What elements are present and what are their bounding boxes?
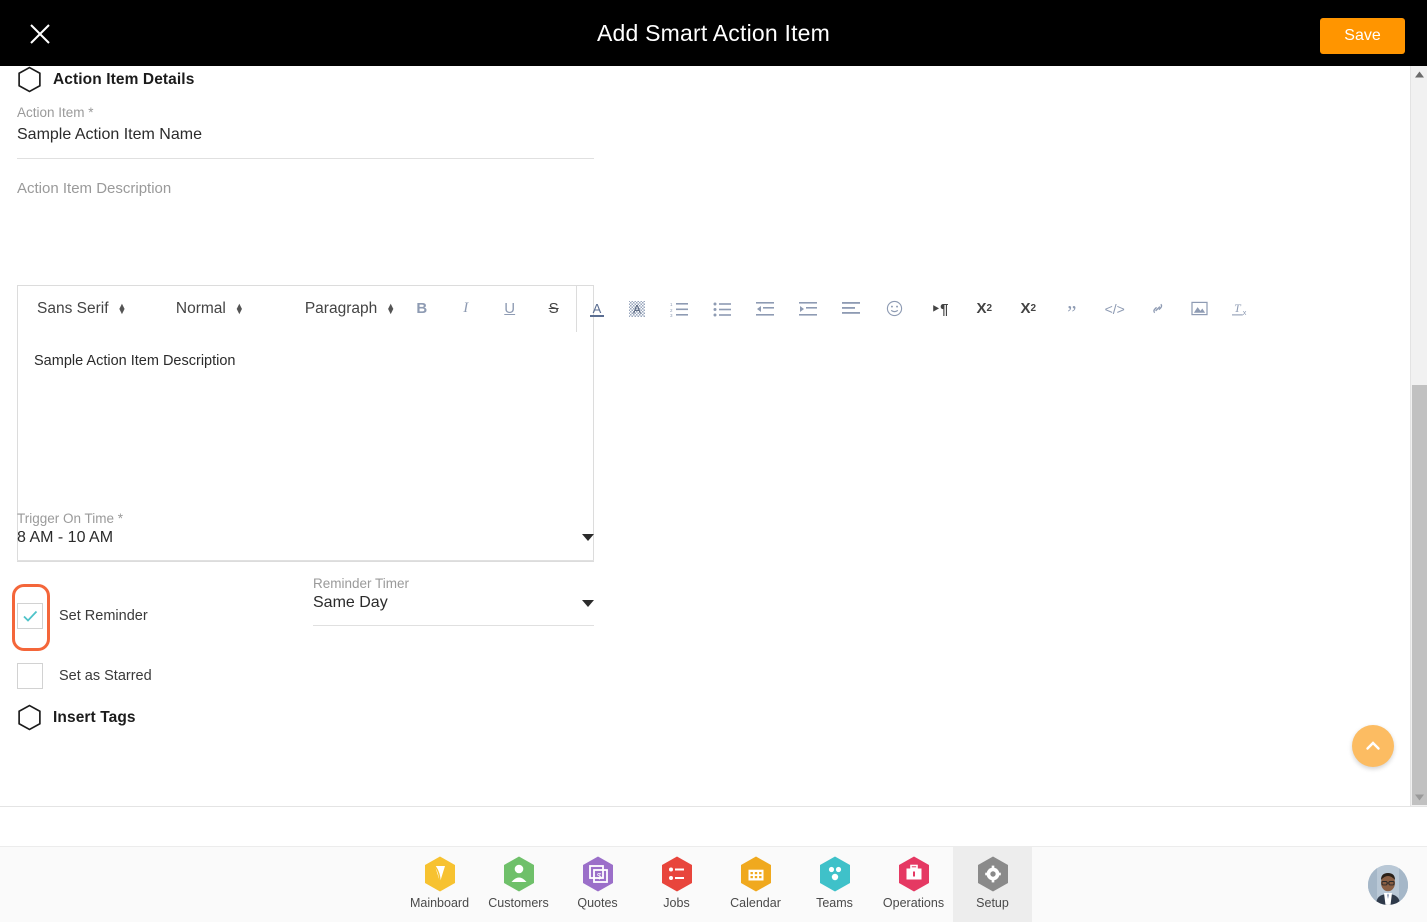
check-icon: [23, 610, 38, 622]
image-icon[interactable]: [1178, 285, 1220, 332]
set-as-starred-checkbox[interactable]: [17, 663, 43, 689]
bottom-nav-items: Mainboard Customers $ Quotes Jobs Calend…: [400, 847, 1032, 922]
emoji-icon[interactable]: [872, 285, 917, 332]
nav-item-calendar[interactable]: Calendar: [716, 847, 795, 922]
section-title-text: Insert Tags: [53, 708, 136, 726]
teams-icon: [819, 856, 850, 892]
svg-text:$: $: [597, 872, 602, 881]
hexagon-icon: [18, 66, 41, 93]
nav-item-customers[interactable]: Customers: [479, 847, 558, 922]
description-editor-content[interactable]: Sample Action Item Description: [18, 333, 593, 561]
trigger-on-time-underline: [17, 560, 594, 561]
jobs-icon: [661, 856, 692, 892]
chevron-updown-icon: ▲ ▼: [386, 300, 396, 316]
underline-icon[interactable]: U: [488, 285, 532, 332]
svg-text:1: 1: [670, 302, 673, 307]
nav-label: Operations: [882, 896, 945, 910]
quotes-icon: $: [582, 856, 613, 892]
user-avatar[interactable]: [1368, 865, 1408, 905]
action-item-label: Action Item *: [17, 105, 94, 120]
svg-text:3: 3: [670, 313, 673, 317]
clear-format-icon[interactable]: T x: [1220, 285, 1262, 332]
save-button[interactable]: Save: [1320, 18, 1405, 54]
mainboard-icon: [424, 856, 455, 892]
reminder-timer-underline: [313, 625, 594, 626]
setup-gear-icon: [977, 856, 1008, 892]
strikethrough-icon[interactable]: S: [532, 285, 576, 332]
svg-text:A: A: [633, 302, 641, 316]
blockquote-icon[interactable]: ”: [1050, 285, 1093, 332]
bottom-navigation: Mainboard Customers $ Quotes Jobs Calend…: [0, 846, 1427, 922]
content-bottom-divider: [0, 806, 1427, 807]
nav-label: Setup: [976, 896, 1009, 910]
nav-label: Quotes: [577, 896, 618, 910]
font-size-select[interactable]: Normal ▲ ▼: [134, 285, 268, 332]
action-item-input[interactable]: Sample Action Item Name: [17, 126, 202, 144]
nav-item-teams[interactable]: Teams: [795, 847, 874, 922]
bullet-list-icon[interactable]: [701, 285, 744, 332]
background-color-icon[interactable]: A: [617, 285, 658, 332]
svg-text:A: A: [592, 301, 601, 316]
subscript-icon[interactable]: X2: [962, 285, 1006, 332]
superscript-icon[interactable]: X2: [1006, 285, 1050, 332]
align-icon[interactable]: [829, 285, 872, 332]
nav-item-operations[interactable]: Operations: [874, 847, 953, 922]
nav-label: Calendar: [730, 896, 781, 910]
nav-item-quotes[interactable]: $ Quotes: [558, 847, 637, 922]
scrollbar-thumb[interactable]: [1412, 385, 1427, 805]
font-family-select[interactable]: Sans Serif ▲ ▼: [17, 285, 134, 332]
set-reminder-label: Set Reminder: [59, 608, 148, 624]
page-title: Add Smart Action Item: [596, 20, 831, 46]
reminder-timer-value[interactable]: Same Day: [313, 594, 388, 612]
ordered-list-icon[interactable]: 1 2 3: [658, 285, 701, 332]
section-insert-tags[interactable]: Insert Tags: [17, 704, 136, 731]
trigger-on-time-label: Trigger On Time *: [17, 511, 124, 526]
section-title-text: Action Item Details: [53, 70, 195, 88]
vertical-scrollbar[interactable]: [1410, 66, 1427, 806]
set-reminder-checkbox[interactable]: [17, 603, 43, 629]
link-icon[interactable]: [1136, 285, 1178, 332]
dialog-header: Add Smart Action Item Save: [0, 0, 1427, 66]
nav-label: Mainboard: [409, 896, 470, 910]
text-color-icon[interactable]: A: [577, 285, 617, 332]
chevron-up-icon: [1366, 741, 1380, 750]
scroll-to-top-button[interactable]: [1352, 725, 1394, 767]
trigger-on-time-dropdown-arrow[interactable]: [582, 534, 594, 541]
description-label: Action Item Description: [17, 180, 172, 197]
reminder-timer-label: Reminder Timer: [313, 576, 410, 591]
italic-icon[interactable]: I: [444, 285, 488, 332]
indent-icon[interactable]: [786, 285, 829, 332]
set-as-starred-label: Set as Starred: [59, 668, 152, 684]
trigger-on-time-value[interactable]: 8 AM - 10 AM: [17, 529, 113, 547]
nav-label: Teams: [816, 896, 853, 910]
scrollbar-up-arrow-icon[interactable]: [1411, 66, 1427, 83]
nav-label: Jobs: [663, 896, 690, 910]
nav-label: Customers: [488, 896, 549, 910]
chevron-updown-icon: ▲ ▼: [117, 300, 127, 316]
form-scroll-area: Action Item Details Action Item * Sample…: [0, 66, 1410, 806]
svg-text:T: T: [1234, 302, 1242, 315]
scrollbar-down-arrow-icon[interactable]: [1411, 789, 1427, 806]
block-format-select[interactable]: Paragraph ▲ ▼: [268, 285, 400, 332]
section-action-item-details: Action Item Details: [17, 66, 194, 93]
nav-item-setup[interactable]: Setup: [953, 847, 1032, 922]
set-reminder-row[interactable]: Set Reminder: [17, 603, 148, 629]
add-smart-action-item-dialog: Add Smart Action Item Save Action Item D…: [0, 0, 1427, 922]
nav-item-jobs[interactable]: Jobs: [637, 847, 716, 922]
nav-item-mainboard[interactable]: Mainboard: [400, 847, 479, 922]
text-direction-icon[interactable]: ‣¶: [917, 285, 962, 332]
editor-toolbar: Sans Serif ▲ ▼ Normal ▲ ▼ Paragraph ▲ ▼ B I…: [17, 285, 1262, 332]
action-item-underline: [17, 158, 594, 159]
calendar-icon: [740, 856, 771, 892]
svg-text:x: x: [1243, 308, 1247, 317]
customers-icon: [503, 856, 534, 892]
hexagon-icon: [18, 704, 41, 731]
chevron-updown-icon: ▲ ▼: [234, 300, 244, 316]
bold-icon[interactable]: B: [400, 285, 444, 332]
outdent-icon[interactable]: [744, 285, 787, 332]
set-as-starred-row[interactable]: Set as Starred: [17, 663, 152, 689]
code-block-icon[interactable]: </>: [1093, 285, 1136, 332]
operations-icon: [898, 856, 929, 892]
reminder-timer-dropdown-arrow[interactable]: [582, 600, 594, 607]
